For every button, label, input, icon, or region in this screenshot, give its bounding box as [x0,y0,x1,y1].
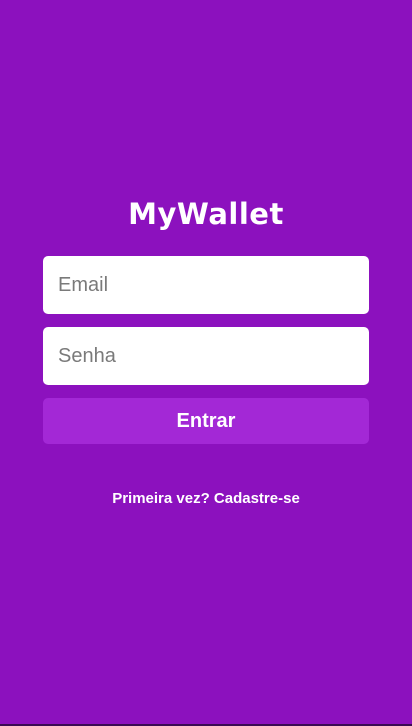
login-form: Entrar [43,256,369,444]
login-screen: MyWallet Entrar Primeira vez? Cadastre-s… [0,0,412,724]
signup-link[interactable]: Primeira vez? Cadastre-se [0,490,412,508]
login-button[interactable]: Entrar [43,398,369,444]
email-input[interactable] [43,256,369,314]
app-logo: MyWallet [128,197,284,231]
password-input[interactable] [43,327,369,385]
